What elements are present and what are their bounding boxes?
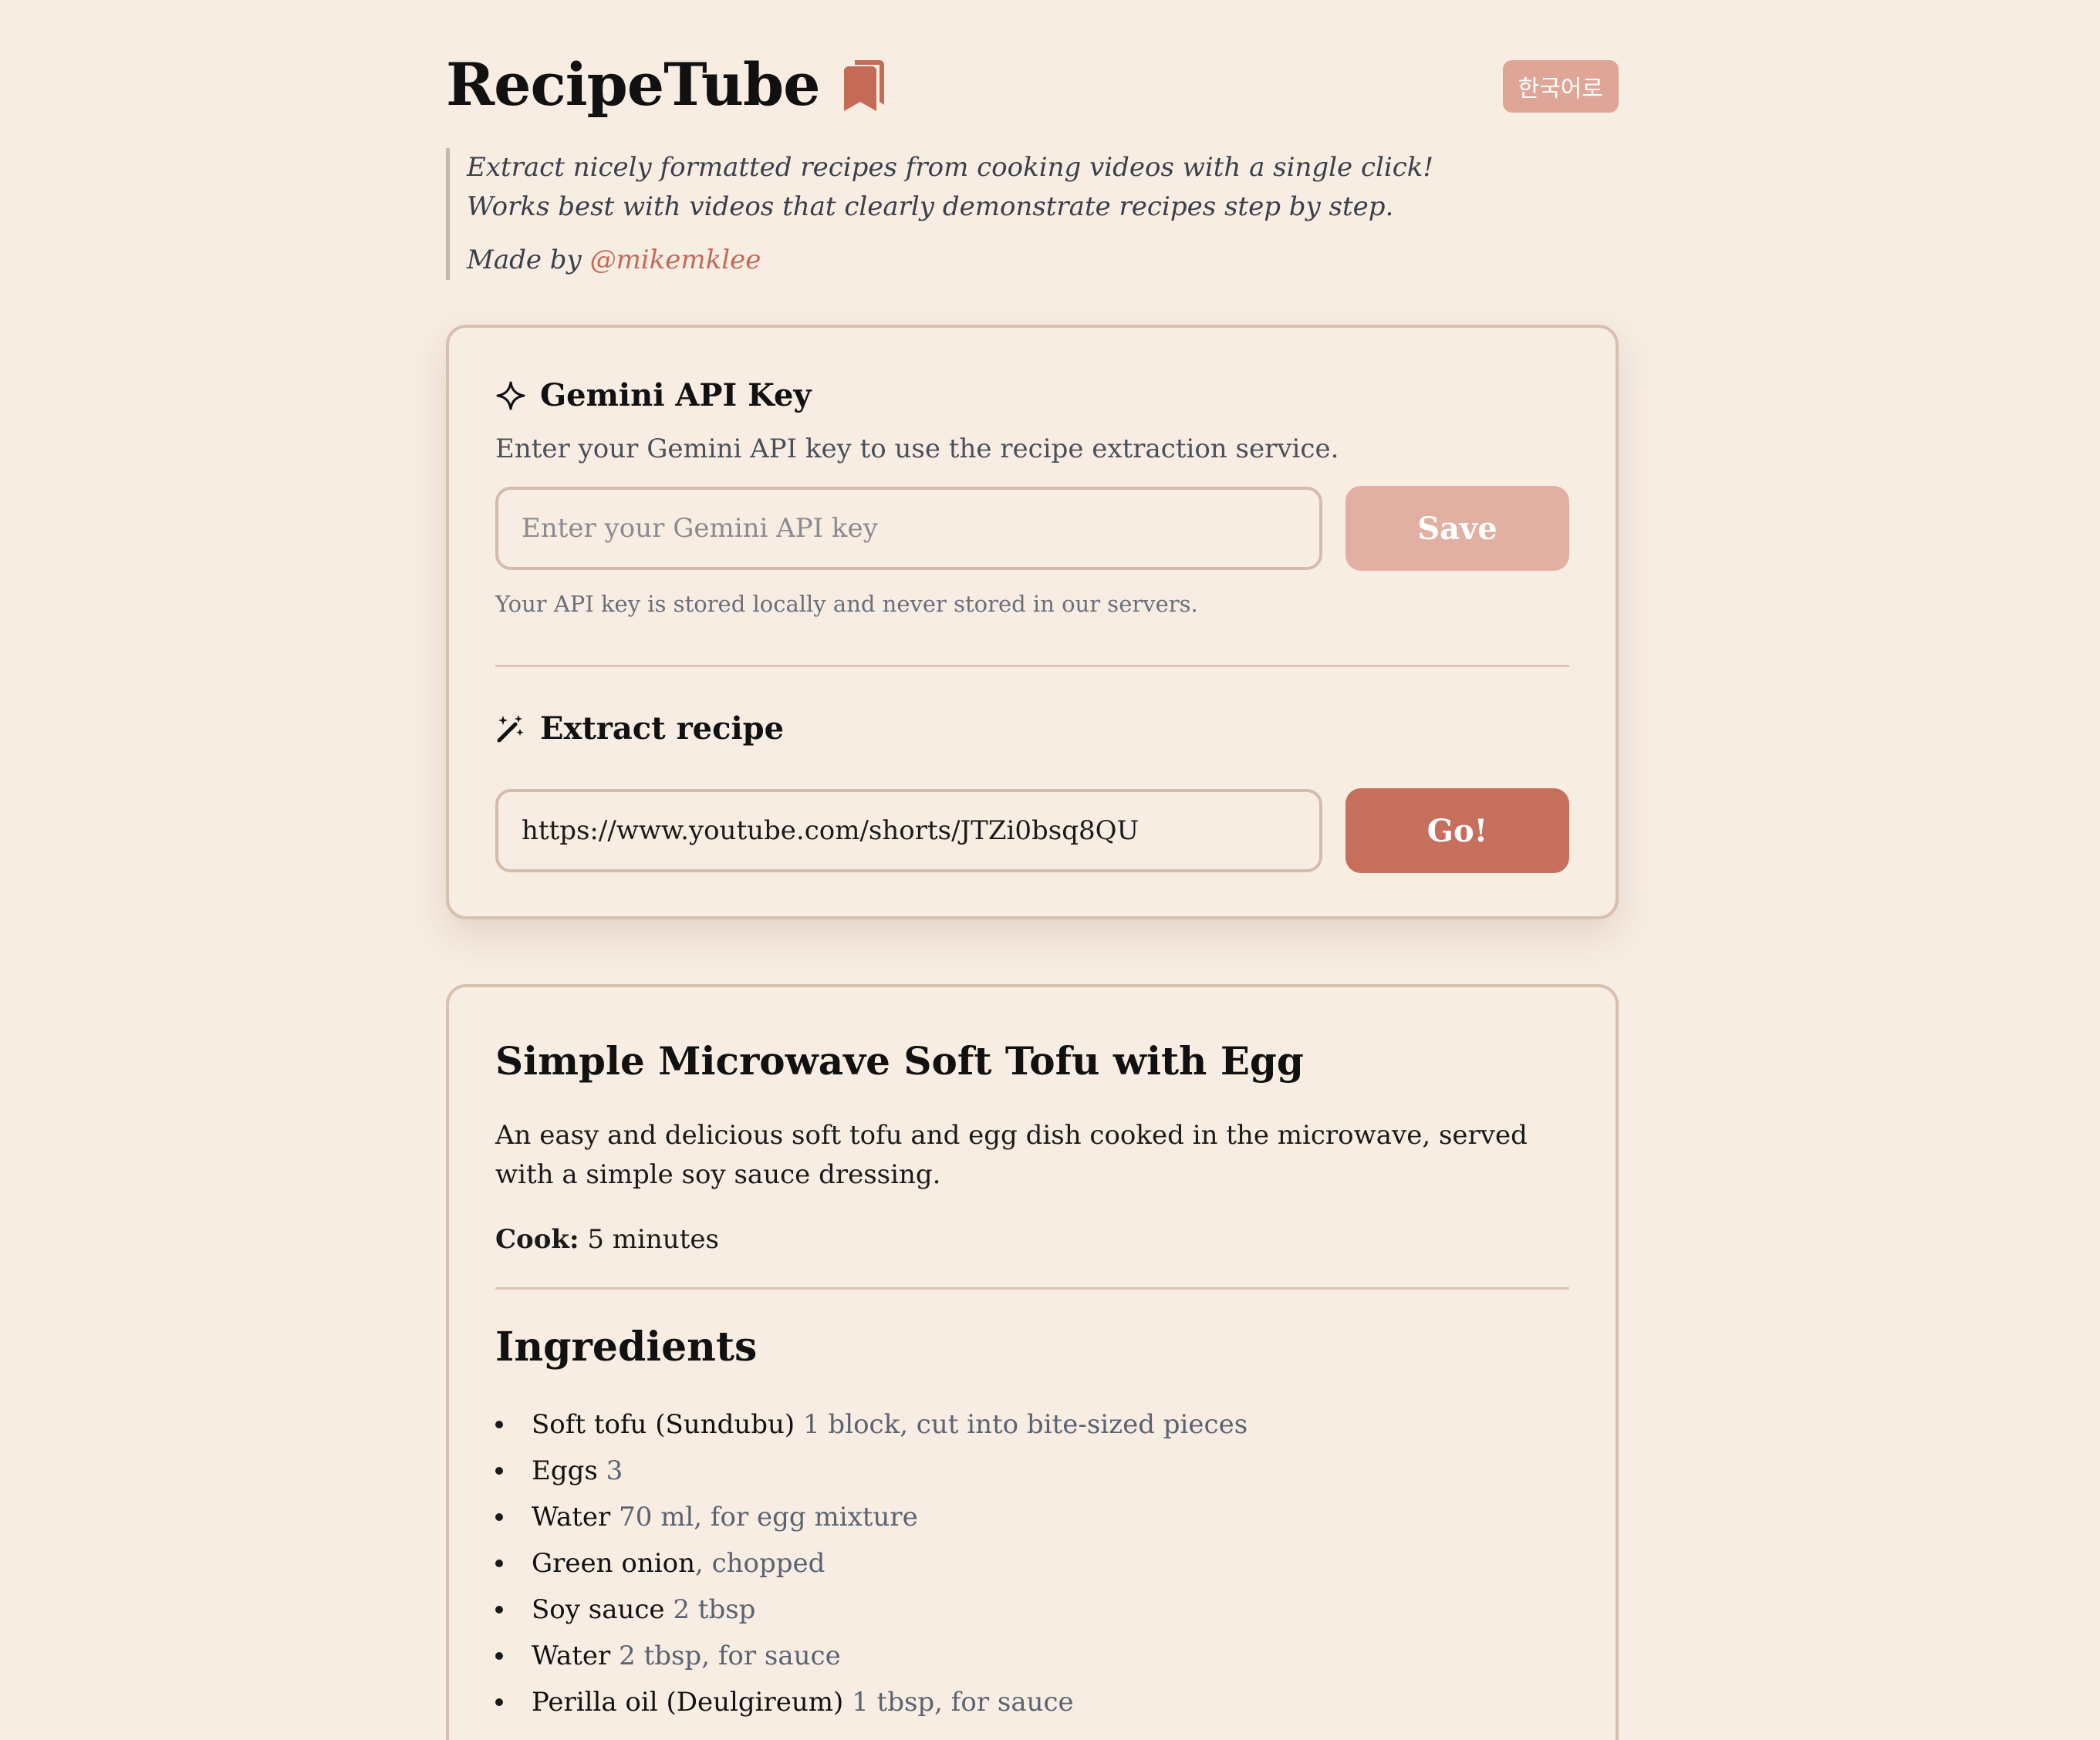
ingredient-detail: 1 tbsp, for sauce (843, 1687, 1074, 1718)
bullet (495, 1652, 503, 1660)
header: RecipeTube 한국어로 (446, 56, 1619, 133)
api-key-section-heading: Gemini API Key (495, 377, 1569, 413)
save-button[interactable]: Save (1345, 486, 1569, 571)
ingredient-name: Green onion (532, 1548, 695, 1579)
bullet (495, 1513, 503, 1521)
recipe-card: Simple Microwave Soft Tofu with Egg An e… (446, 984, 1619, 1740)
api-key-input[interactable] (495, 487, 1322, 570)
go-button[interactable]: Go! (1345, 788, 1569, 873)
page: RecipeTube 한국어로 Extract nicely formatted… (446, 0, 1619, 1740)
ingredient-detail: , chopped (694, 1548, 825, 1579)
api-key-title: Gemini API Key (540, 377, 812, 413)
video-url-input[interactable] (495, 789, 1322, 872)
ingredient-item: Water 2 tbsp, for sauce (495, 1633, 1569, 1679)
ingredient-name: Water (532, 1641, 611, 1671)
ingredient-name: Soft tofu (Sundubu) (532, 1409, 795, 1440)
ingredient-detail: 1 block, cut into bite-sized pieces (795, 1409, 1248, 1440)
magic-wand-icon (495, 713, 526, 744)
tagline-line-1: Extract nicely formatted recipes from co… (467, 152, 1434, 183)
app-title: RecipeTube (446, 50, 820, 119)
tagline: Extract nicely formatted recipes from co… (446, 148, 1619, 280)
ingredients-title: Ingredients (495, 1324, 758, 1371)
made-by-label: Made by (467, 244, 582, 275)
divider (495, 1287, 1569, 1290)
api-key-row: Save (495, 486, 1569, 571)
recipe-description: An easy and delicious soft tofu and egg … (495, 1120, 1528, 1190)
ingredient-detail: 2 tbsp (664, 1594, 756, 1625)
ingredient-detail: 70 ml, for egg mixture (610, 1502, 918, 1533)
bookmarks-icon (841, 57, 887, 113)
cook-value: 5 minutes (587, 1224, 719, 1255)
settings-card: Gemini API Key Enter your Gemini API key… (446, 325, 1619, 919)
ingredient-item: Water 70 ml, for egg mixture (495, 1494, 1569, 1540)
api-key-note: Your API key is stored locally and never… (495, 591, 1198, 617)
cook-time: Cook: 5 minutes (495, 1224, 1569, 1255)
ingredient-detail: 2 tbsp, for sauce (610, 1641, 841, 1671)
ingredient-item: Eggs 3 (495, 1448, 1569, 1494)
ingredient-item: Green onion, chopped (495, 1540, 1569, 1587)
ingredient-name: Eggs (532, 1455, 598, 1486)
sparkle-icon (495, 380, 526, 411)
extract-section-heading: Extract recipe (495, 710, 1569, 747)
bullet (495, 1467, 503, 1475)
extract-title: Extract recipe (540, 710, 785, 747)
ingredients-list: Soft tofu (Sundubu) 1 block, cut into bi… (495, 1401, 1569, 1725)
author-link[interactable]: @mikemklee (590, 244, 761, 275)
ingredient-name: Soy sauce (532, 1594, 665, 1625)
ingredient-item: Soy sauce 2 tbsp (495, 1587, 1569, 1633)
ingredient-name: Water (532, 1502, 611, 1533)
language-toggle-button[interactable]: 한국어로 (1502, 60, 1619, 113)
recipe-title: Simple Microwave Soft Tofu with Egg (495, 1038, 1304, 1084)
extract-row: Go! (495, 788, 1569, 873)
tagline-line-2: Works best with videos that clearly demo… (467, 191, 1394, 222)
ingredient-item: Perilla oil (Deulgireum) 1 tbsp, for sau… (495, 1679, 1569, 1725)
credit: Made by @mikemklee (467, 241, 1619, 280)
ingredient-name: Perilla oil (Deulgireum) (532, 1687, 844, 1718)
ingredient-item: Soft tofu (Sundubu) 1 block, cut into bi… (495, 1401, 1569, 1448)
bullet (495, 1560, 503, 1567)
bullet (495, 1698, 503, 1706)
brand: RecipeTube (446, 56, 887, 114)
cook-label: Cook: (495, 1224, 579, 1255)
ingredient-detail: 3 (597, 1455, 623, 1486)
divider (495, 665, 1569, 667)
bullet (495, 1606, 503, 1614)
api-key-description: Enter your Gemini API key to use the rec… (495, 433, 1339, 464)
bullet (495, 1421, 503, 1428)
